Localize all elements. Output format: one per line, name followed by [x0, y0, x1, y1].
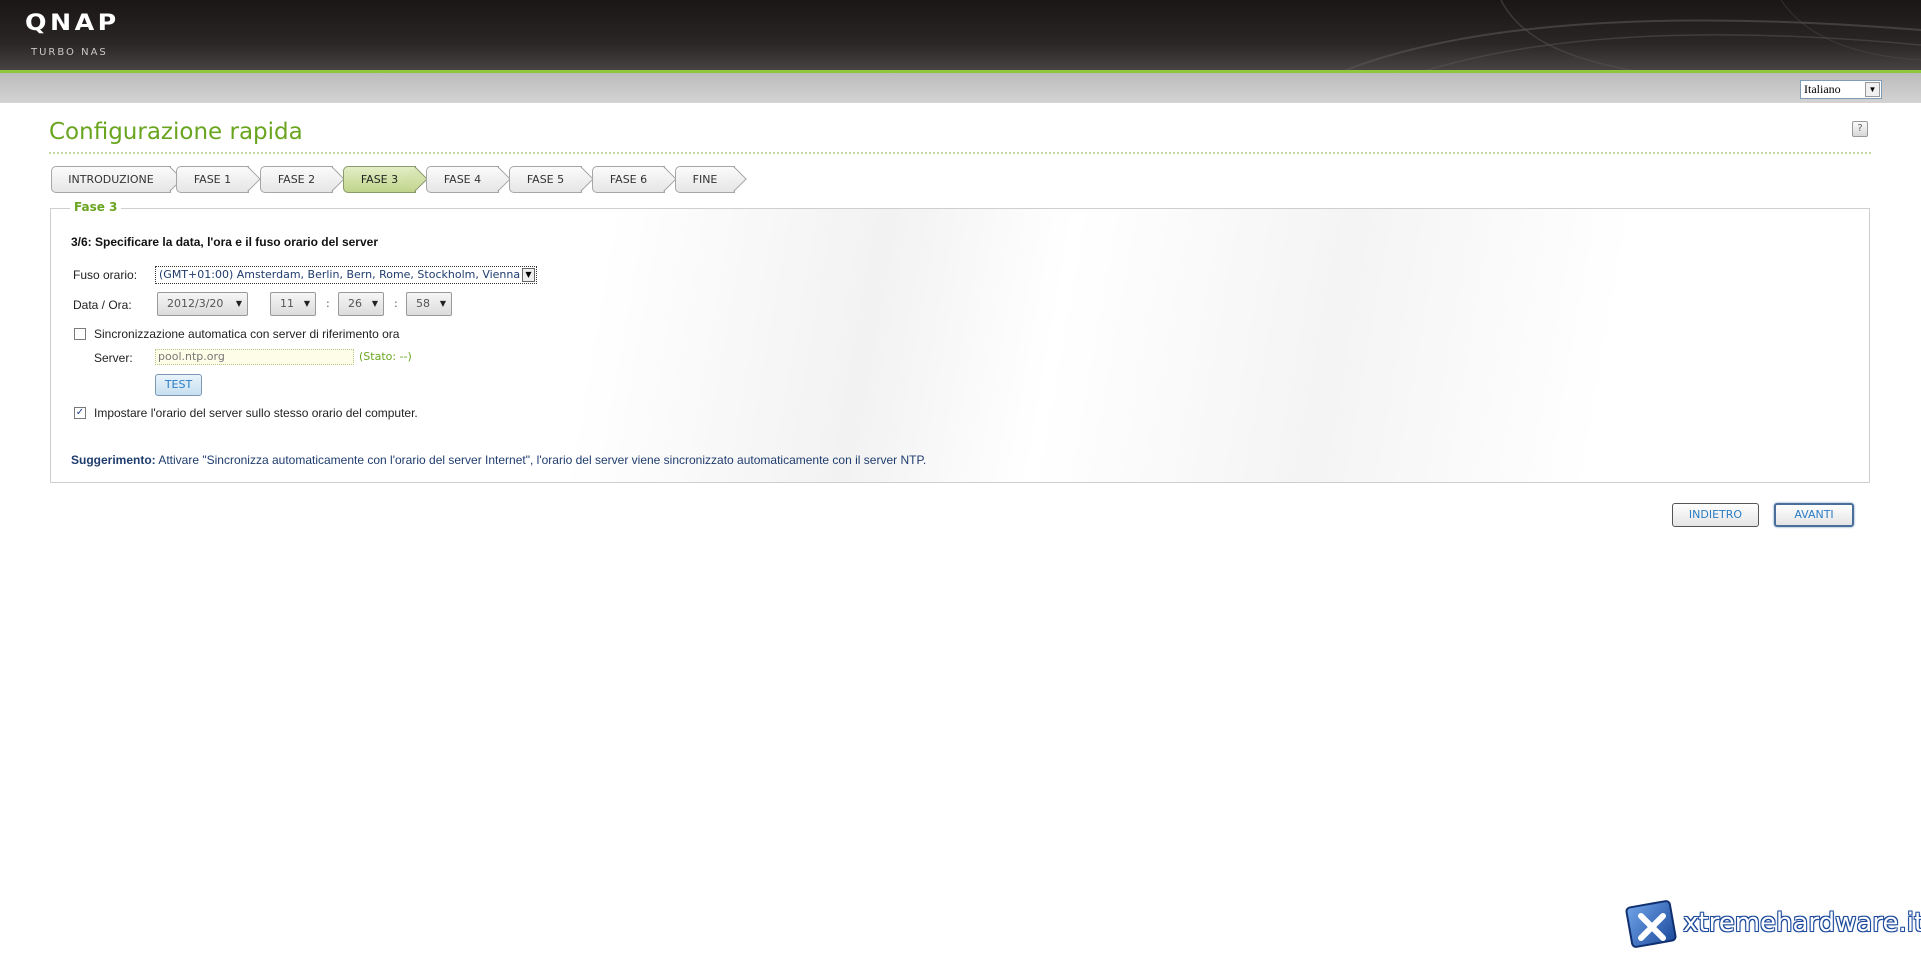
timezone-label: Fuso orario:: [73, 268, 138, 282]
date-select[interactable]: 2012/3/20 ▼: [157, 292, 248, 316]
step-fine[interactable]: FINE: [675, 166, 735, 193]
timezone-select[interactable]: (GMT+01:00) Amsterdam, Berlin, Bern, Rom…: [155, 266, 537, 284]
step-label: FASE 3: [360, 173, 399, 186]
chevron-down-icon[interactable]: ▼: [522, 268, 535, 282]
title-divider: [49, 152, 1871, 154]
step-fase-6[interactable]: FASE 6: [592, 166, 665, 193]
chevron-down-icon: ▼: [303, 299, 310, 308]
server-label: Server:: [94, 351, 133, 365]
chevron-down-icon: ▼: [439, 299, 446, 308]
help-icon[interactable]: ?: [1852, 121, 1868, 137]
minute-value: 26: [348, 297, 362, 310]
same-time-checkbox[interactable]: ✓: [74, 407, 86, 419]
chevron-down-icon[interactable]: ▼: [1865, 82, 1880, 97]
step-label: FASE 1: [193, 173, 232, 186]
watermark-text: xtremehardware.it: [1683, 908, 1921, 938]
language-select-value: Italiano: [1804, 82, 1841, 96]
hint-text: Suggerimento: Attivare "Sincronizza auto…: [71, 453, 926, 467]
second-value: 58: [416, 297, 430, 310]
step-label: FASE 5: [526, 173, 565, 186]
hour-value: 11: [280, 297, 294, 310]
chevron-down-icon: ▼: [371, 299, 378, 308]
datetime-label: Data / Ora:: [73, 298, 132, 312]
page-title: Configurazione rapida: [49, 119, 303, 145]
test-button[interactable]: TEST: [155, 374, 202, 396]
step-fase-5[interactable]: FASE 5: [509, 166, 582, 193]
chevron-down-icon: ▼: [235, 299, 242, 308]
server-status: (Stato: --): [359, 350, 412, 363]
step-fase-4[interactable]: FASE 4: [426, 166, 499, 193]
turbo-nas-label: TURBO NAS: [31, 47, 108, 58]
header-swoosh-decoration: [1340, 0, 1921, 72]
step-instruction: 3/6: Specificare la data, l'ora e il fus…: [71, 235, 378, 249]
auto-sync-checkbox[interactable]: [74, 328, 86, 340]
top-header: QNAP TURBO NAS: [0, 0, 1921, 72]
hint-label: Suggerimento:: [71, 453, 156, 467]
second-select[interactable]: 58 ▼: [406, 292, 452, 316]
step-label: INTRODUZIONE: [68, 173, 154, 186]
step-label: FINE: [692, 173, 718, 186]
hint-body: Attivare "Sincronizza automaticamente co…: [158, 453, 927, 467]
language-bar: Italiano ▼: [0, 73, 1921, 103]
time-separator: :: [394, 297, 398, 310]
same-time-label: Impostare l'orario del server sullo stes…: [94, 406, 418, 420]
step-introduzione[interactable]: INTRODUZIONE: [51, 166, 171, 193]
checkmark-icon: ✓: [75, 407, 85, 418]
minute-select[interactable]: 26 ▼: [338, 292, 384, 316]
panel-legend: Fase 3: [70, 200, 122, 214]
step-fase-2[interactable]: FASE 2: [260, 166, 333, 193]
ntp-server-input[interactable]: pool.ntp.org: [155, 349, 354, 365]
hour-select[interactable]: 11 ▼: [270, 292, 316, 316]
step-label: FASE 2: [277, 173, 316, 186]
time-separator: :: [326, 297, 330, 310]
watermark: xtremehardware.it: [1623, 896, 1921, 956]
step-label: FASE 6: [609, 173, 648, 186]
step-fase-3[interactable]: FASE 3: [343, 166, 416, 193]
watermark-logo-icon: [1625, 900, 1677, 948]
date-value: 2012/3/20: [167, 297, 224, 310]
step-panel: Fase 3 3/6: Specificare la data, l'ora e…: [50, 200, 1870, 483]
next-button[interactable]: AVANTI: [1774, 503, 1854, 527]
back-button[interactable]: INDIETRO: [1672, 503, 1759, 527]
language-select[interactable]: Italiano ▼: [1800, 80, 1882, 99]
step-label: FASE 4: [443, 173, 482, 186]
timezone-value: (GMT+01:00) Amsterdam, Berlin, Bern, Rom…: [159, 268, 521, 281]
auto-sync-label: Sincronizzazione automatica con server d…: [94, 327, 400, 341]
step-fase-1[interactable]: FASE 1: [176, 166, 249, 193]
qnap-logo: QNAP: [25, 11, 120, 36]
